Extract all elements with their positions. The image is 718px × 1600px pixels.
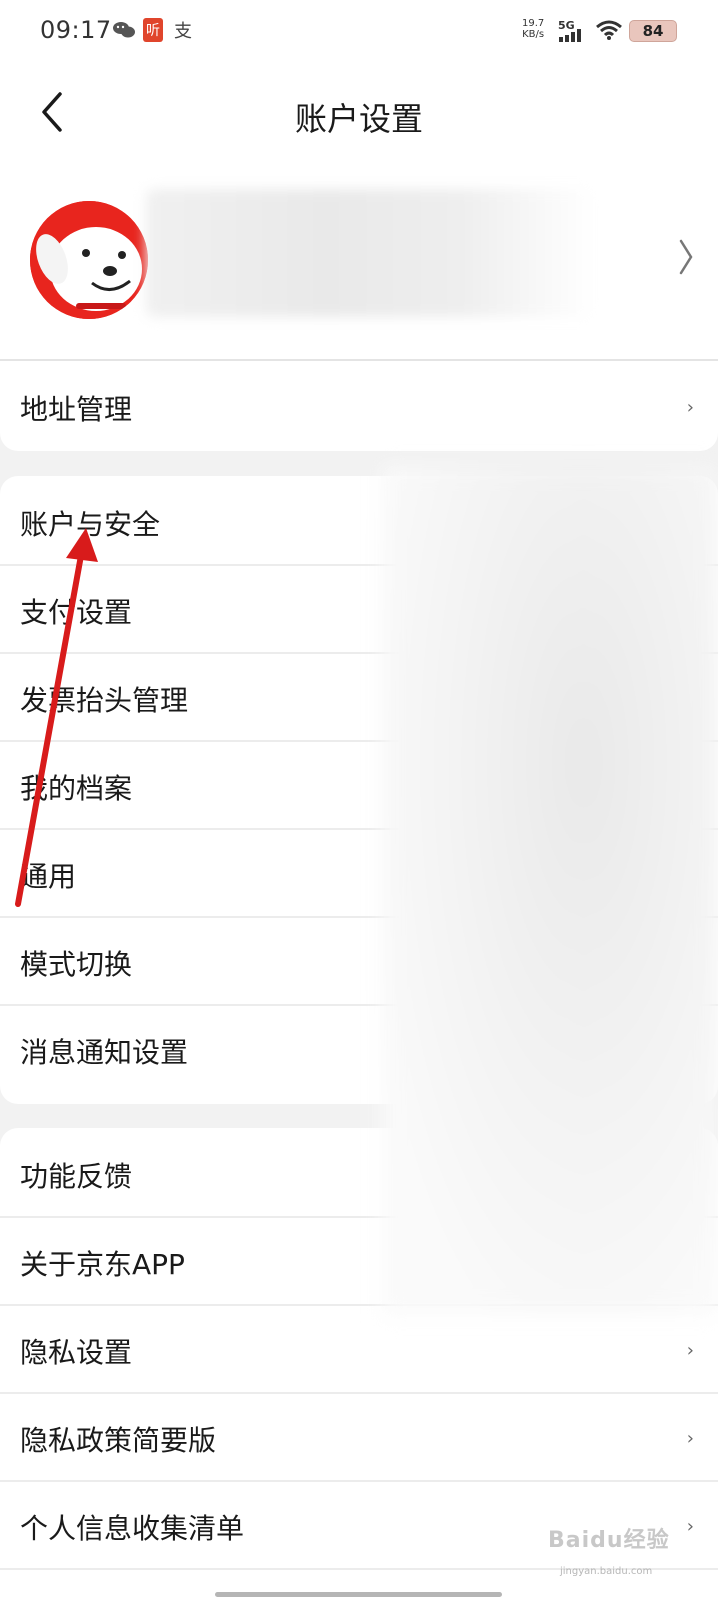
menu-item-label: 隐私政策简要版 [20,1424,217,1457]
network-speed-value: 19.7 [522,18,545,29]
blurred-overlay [382,466,718,1314]
menu-item-privacy-policy-brief[interactable]: 隐私政策简要版 › [0,1392,718,1482]
listen-app-icon: 听 [143,18,163,42]
jd-mascot-avatar [30,201,148,319]
chevron-right-icon [679,239,693,275]
menu-item-label: 消息通知设置 [20,1036,189,1069]
menu-item-address[interactable]: 地址管理 › [0,361,718,451]
menu-item-privacy-settings[interactable]: 隐私设置 › [0,1304,718,1394]
wechat-icon [112,18,136,42]
watermark-url: jingyan.baidu.com [560,1566,653,1577]
settings-group-address: 地址管理 › [0,361,718,451]
annotation-arrow [15,528,98,907]
nav-header: 账户设置 [0,62,718,162]
alipay-icon: 支 [174,21,192,42]
wifi-icon [595,18,623,42]
menu-item-label: 功能反馈 [20,1160,133,1193]
network-speed-unit: KB/s [522,29,545,40]
menu-item-label: 隐私设置 [20,1336,133,1369]
home-indicator[interactable] [215,1592,502,1597]
chevron-right-icon: › [686,1516,694,1537]
chevron-right-icon: › [686,1428,694,1449]
menu-item-label: 模式切换 [20,948,133,981]
status-time: 09:17 [40,16,112,44]
menu-item-label: 地址管理 [20,393,133,426]
menu-item-label: 个人信息收集清单 [20,1512,245,1545]
signal-icon [558,28,584,42]
watermark-logo: Baidu经验 [548,1528,670,1553]
avatar [30,201,148,319]
chevron-right-icon: › [686,397,694,418]
battery-indicator: 84 [629,20,677,42]
profile-card[interactable] [0,162,718,361]
chevron-right-icon: › [686,1340,694,1361]
page-title: 账户设置 [294,100,423,138]
menu-item-label: 关于京东APP [20,1248,185,1281]
status-bar: 09:17 听 支 19.7 KB/s 5G 84 [0,0,718,62]
blurred-account-info [146,189,596,317]
network-speed: 19.7 KB/s [522,18,544,40]
